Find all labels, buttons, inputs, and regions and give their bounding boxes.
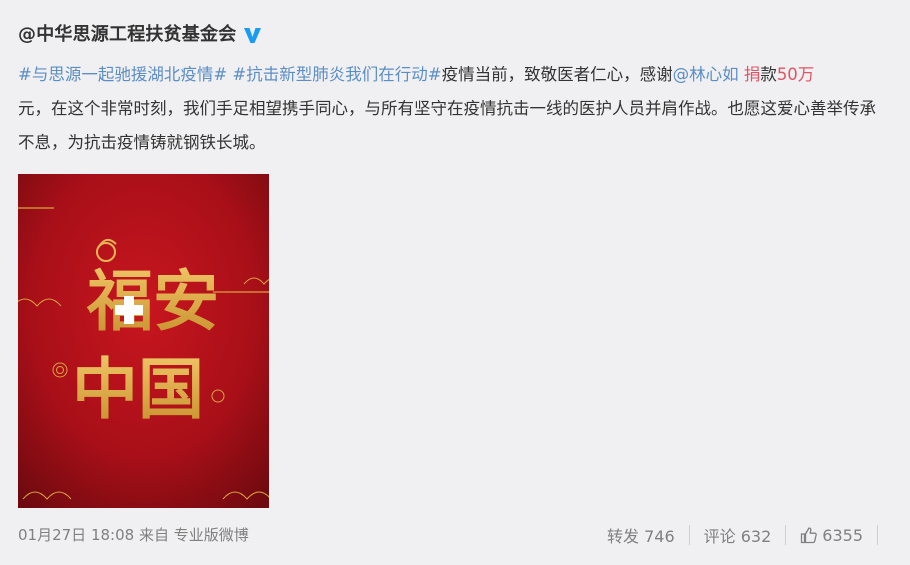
weibo-post-card: @中华思源工程扶贫基金会 #与思源一起驰援湖北疫情# #抗击新型肺炎我们在行动#… — [0, 0, 890, 565]
donate-word: 捐 — [743, 65, 761, 84]
author-row: @中华思源工程扶贫基金会 — [18, 22, 262, 48]
donation-amount: 50万 — [776, 65, 815, 84]
post-text: #与思源一起驰援湖北疫情# #抗击新型肺炎我们在行动#疫情当前，致敬医者仁心，感… — [18, 58, 878, 160]
comment-button[interactable]: 评论 632 — [690, 520, 786, 550]
action-bar: 转发 746 评论 632 6355 — [593, 520, 878, 550]
post-text-segment: 款 — [760, 65, 777, 84]
post-image-fuan-zhongguo[interactable]: 福安 中国 — [18, 174, 269, 508]
divider — [877, 525, 878, 545]
author-name[interactable]: @中华思源工程扶贫基金会 — [18, 22, 236, 48]
image-text-line1: 福安 — [86, 262, 219, 340]
mention-link[interactable]: @林心如 — [673, 65, 739, 84]
post-text-segment: 疫情当前，致敬医者仁心，感谢 — [441, 65, 673, 84]
like-button[interactable]: 6355 — [786, 520, 877, 550]
verified-v-icon — [244, 28, 262, 43]
image-text-line2: 中国 — [72, 351, 204, 428]
repost-button[interactable]: 转发 746 — [593, 520, 689, 550]
post-text-segment: 元，在这个非常时刻，我们手足相望携手同心，与所有坚守在疫情抗击一线的医护人员并肩… — [18, 99, 876, 152]
hashtag-link[interactable]: #抗击新型肺炎我们在行动# — [232, 65, 441, 84]
like-count: 6355 — [822, 525, 863, 545]
hashtag-link[interactable]: #与思源一起驰援湖北疫情# — [18, 65, 227, 84]
thumbs-up-icon — [801, 527, 818, 544]
post-footer: 01月27日 18:08 来自 专业版微博 转发 746 评论 632 6355 — [18, 520, 878, 550]
post-timestamp[interactable]: 01月27日 18:08 来自 专业版微博 — [18, 523, 249, 547]
